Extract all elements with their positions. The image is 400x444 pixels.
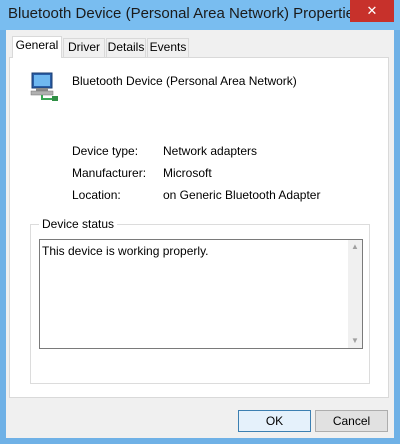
scroll-up-icon[interactable]: ▲ <box>348 240 362 254</box>
device-name: Bluetooth Device (Personal Area Network) <box>72 74 297 88</box>
network-adapter-icon <box>30 72 58 101</box>
device-status-group: Device status This device is working pro… <box>30 217 370 384</box>
tab-general[interactable]: General <box>12 36 62 58</box>
ok-button[interactable]: OK <box>238 410 311 432</box>
window-title: Bluetooth Device (Personal Area Network)… <box>8 5 362 22</box>
properties-window: Bluetooth Device (Personal Area Network)… <box>0 0 400 444</box>
device-type-value: Network adapters <box>163 144 258 158</box>
device-status-text: This device is working properly. <box>42 244 209 258</box>
status-scrollbar[interactable]: ▲ ▼ <box>348 240 362 348</box>
location-value: on Generic Bluetooth Adapter <box>163 188 321 202</box>
tab-events[interactable]: Events <box>147 38 189 57</box>
title-bar[interactable]: Bluetooth Device (Personal Area Network)… <box>0 0 400 30</box>
general-tab-panel: Bluetooth Device (Personal Area Network)… <box>9 57 389 398</box>
device-status-label: Device status <box>39 217 118 231</box>
device-status-textbox[interactable]: This device is working properly. ▲ ▼ <box>39 239 363 349</box>
close-button[interactable]: ✕ <box>350 0 394 22</box>
manufacturer-value: Microsoft <box>163 166 212 180</box>
tab-details[interactable]: Details <box>106 38 146 57</box>
cancel-button[interactable]: Cancel <box>315 410 388 432</box>
location-label: Location: <box>72 188 121 202</box>
close-icon: ✕ <box>366 3 378 18</box>
dialog-client-area: General Driver Details Events Bluetooth … <box>6 30 394 438</box>
scroll-down-icon[interactable]: ▼ <box>348 334 362 348</box>
tab-driver[interactable]: Driver <box>63 38 105 57</box>
manufacturer-label: Manufacturer: <box>72 166 147 180</box>
device-type-label: Device type: <box>72 144 139 158</box>
tab-strip: General Driver Details Events <box>6 30 394 58</box>
